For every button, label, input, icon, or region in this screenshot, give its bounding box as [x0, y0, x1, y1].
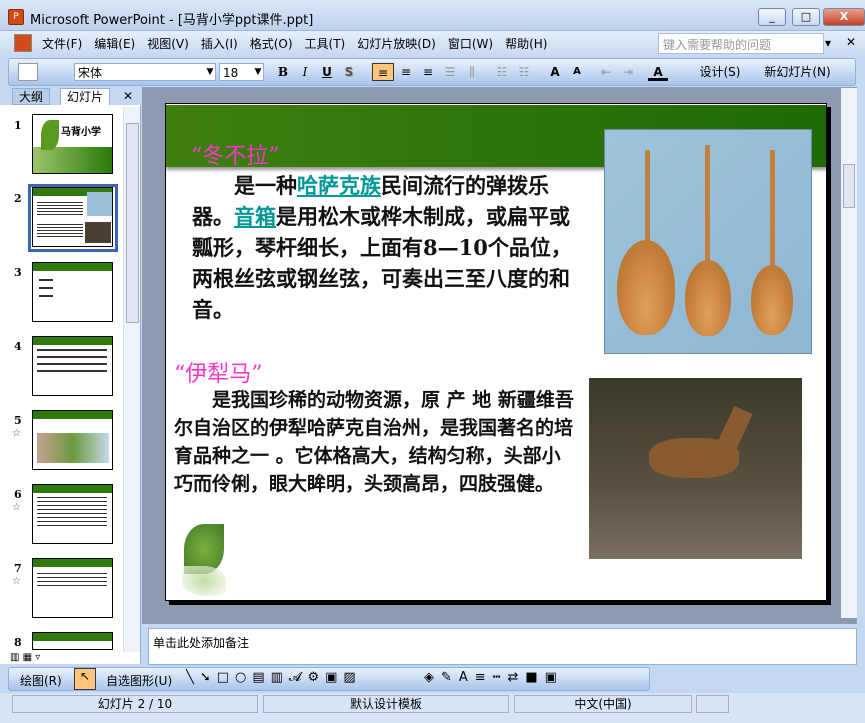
select-pointer-icon[interactable]: ↖ — [74, 668, 96, 690]
align-right-button[interactable]: ≡ — [418, 63, 438, 81]
text-run: 是一种 — [192, 173, 297, 198]
close-button[interactable]: X — [823, 8, 865, 26]
horse-image[interactable] — [589, 378, 802, 559]
paragraph-dongbula[interactable]: 是一种哈萨克族民间流行的弹拨乐器。音箱是用松木或桦木制成，或扁平或瓢形，琴杆细长… — [192, 170, 582, 325]
status-extra — [696, 695, 729, 713]
design-button[interactable]: 设计(S) — [690, 63, 750, 81]
align-left-button[interactable]: ≡ — [372, 63, 394, 81]
italic-button[interactable]: I — [296, 63, 314, 81]
animation-star-icon: ☆ — [12, 576, 21, 587]
close-doc-icon[interactable]: ✕ — [846, 35, 856, 49]
decrease-font-icon[interactable]: A — [567, 63, 587, 81]
draw-menu-button[interactable]: 绘图(R) — [20, 672, 62, 689]
help-search-input[interactable]: 键入需要帮助的问题 — [658, 33, 824, 54]
thumbnail-number: 1 — [14, 119, 22, 132]
format-tools[interactable]: ◈✎A≡┅⇄■▣ — [424, 670, 564, 685]
bold-button[interactable]: B — [274, 63, 292, 81]
decrease-indent-icon[interactable]: ⇤ — [596, 63, 616, 81]
menu-insert[interactable]: 插入(I) — [199, 35, 240, 53]
slide-thumbnail-7[interactable] — [32, 558, 113, 618]
thumbnail-title: 马背小学 — [61, 127, 101, 138]
chevron-down-icon[interactable]: ▼ — [204, 63, 216, 81]
slide-scrollbar[interactable] — [841, 88, 857, 618]
paragraph-yili-horse[interactable]: 是我国珍稀的动物资源，原 产 地 新疆维吾尔自治区的伊犁哈萨克自治州，是我国著名… — [174, 386, 579, 498]
tab-slides[interactable]: 幻灯片 — [60, 88, 111, 105]
slide-thumbnail-1[interactable]: 马背小学 — [32, 114, 113, 174]
menu-help[interactable]: 帮助(H) — [503, 35, 549, 53]
thumbnail-scrollbar[interactable] — [123, 107, 140, 652]
font-select[interactable]: 宋体 — [74, 63, 216, 81]
slide-thumbnail-2[interactable] — [32, 187, 113, 247]
chevron-down-icon[interactable]: ▼ — [252, 63, 264, 81]
slide-canvas[interactable]: “冬不拉” 是一种哈萨克族民间流行的弹拨乐器。音箱是用松木或桦木制成，或扁平或瓢… — [165, 103, 827, 601]
menu-view[interactable]: 视图(V) — [145, 35, 191, 53]
notes-input[interactable]: 单击此处添加备注 — [148, 628, 857, 665]
slide-thumbnail-3[interactable] — [32, 262, 113, 322]
slide-thumbnail-4[interactable] — [32, 336, 113, 396]
menu-tools[interactable]: 工具(T) — [303, 35, 348, 53]
increase-font-icon[interactable]: A — [545, 63, 565, 81]
numbering-icon[interactable]: ☷ — [492, 63, 512, 81]
bullets-icon[interactable]: ☷ — [514, 63, 534, 81]
align-center-button[interactable]: ≡ — [396, 63, 416, 81]
thumbnail-number: 5 — [14, 414, 22, 427]
hyperlink[interactable]: 哈萨克族 — [297, 173, 381, 198]
help-dropdown-icon[interactable]: ▾ — [825, 36, 831, 50]
tab-outline[interactable]: 大纲 — [12, 88, 51, 105]
thumbnail-number: 3 — [14, 266, 22, 279]
animation-star-icon: ☆ — [12, 428, 21, 439]
document-icon[interactable] — [14, 34, 32, 52]
minimize-button[interactable]: _ — [758, 8, 786, 26]
new-slide-button[interactable]: 新幻灯片(N) — [755, 63, 840, 81]
slide-thumbnail-6[interactable] — [32, 484, 113, 544]
menu-file[interactable]: 文件(F) — [40, 35, 84, 53]
underline-button[interactable]: U — [318, 63, 336, 81]
maximize-button[interactable]: □ — [792, 8, 820, 26]
close-pane-icon[interactable]: ✕ — [123, 89, 133, 103]
thumbnail-number: 7 — [14, 562, 22, 575]
menu-edit[interactable]: 编辑(E) — [92, 35, 137, 53]
slide-thumbnail-5[interactable] — [32, 410, 113, 470]
menu-format[interactable]: 格式(O) — [248, 35, 295, 53]
menu-items: 文件(F) 编辑(E) 视图(V) 插入(I) 格式(O) 工具(T) 幻灯片放… — [40, 34, 549, 54]
powerpoint-icon: P — [8, 9, 24, 25]
menu-slideshow[interactable]: 幻灯片放映(D) — [355, 35, 438, 53]
new-document-icon[interactable] — [18, 63, 38, 81]
shape-tools[interactable]: ╲➘□○▤▥𝓐⚙▣▨ — [186, 670, 362, 685]
shadow-button[interactable]: S — [340, 63, 358, 81]
heading-yili-horse[interactable]: “伊犁马” — [174, 356, 263, 388]
hyperlink[interactable]: 音箱 — [234, 204, 276, 229]
thumbnail-number: 8 — [14, 636, 22, 649]
thumbnail-number: 2 — [14, 192, 22, 205]
slide-thumbnail-8[interactable] — [32, 632, 113, 650]
distribute-icon[interactable]: ☰ — [440, 63, 460, 81]
window-title: Microsoft PowerPoint - [马背小学ppt课件.ppt] — [30, 13, 314, 28]
thumbnail-number: 6 — [14, 488, 22, 501]
heading-dongbula[interactable]: “冬不拉” — [191, 138, 280, 170]
vertical-text-icon[interactable]: ⫼ — [462, 63, 482, 81]
view-buttons[interactable]: ▥ ▦ ▿ — [10, 652, 70, 664]
thumbnail-number: 4 — [14, 340, 22, 353]
menu-window[interactable]: 窗口(W) — [446, 35, 495, 53]
language-status: 中文(中国) — [514, 695, 692, 713]
slide-counter: 幻灯片 2 / 10 — [12, 695, 258, 713]
template-name: 默认设计模板 — [263, 695, 509, 713]
animation-star-icon: ☆ — [12, 502, 21, 513]
font-color-icon[interactable]: A — [648, 63, 668, 81]
dombra-image[interactable] — [604, 129, 812, 354]
autoshapes-menu-button[interactable]: 自选图形(U) — [106, 672, 172, 689]
increase-indent-icon[interactable]: ⇥ — [618, 63, 638, 81]
leaf-reflection — [182, 566, 226, 596]
